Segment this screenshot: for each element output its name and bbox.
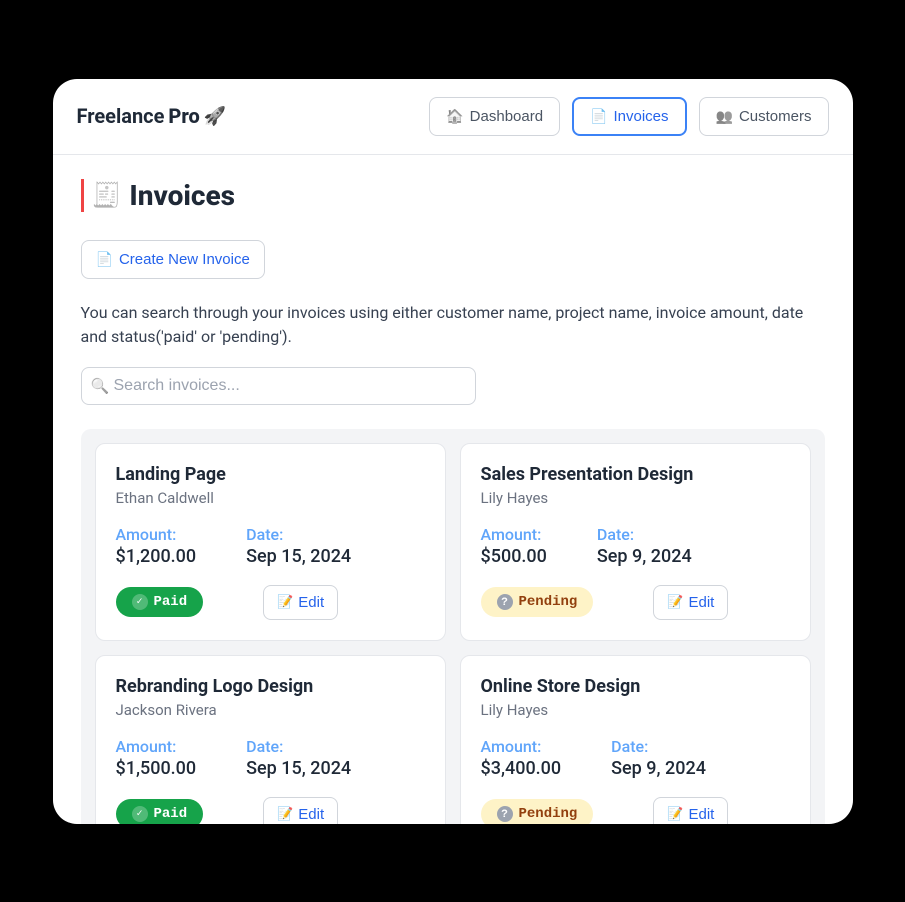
invoice-card: Rebranding Logo Design Jackson Rivera Amou… <box>95 655 446 824</box>
document-plus-icon: 📄 <box>96 251 113 268</box>
invoice-customer: Lily Hayes <box>481 489 790 507</box>
status-text: Paid <box>154 806 188 822</box>
date-label: Date: <box>597 525 692 544</box>
app-window: FreelancePro 🚀 🏠 Dashboard 📄 Invoices 👥 … <box>53 79 853 824</box>
check-circle-icon: ✓ <box>132 594 148 610</box>
status-badge: ? Pending <box>481 587 594 617</box>
search-icon: 🔍 <box>91 377 110 395</box>
nav-invoices-label: Invoices <box>614 108 669 125</box>
edit-button[interactable]: 📝 Edit <box>653 585 728 620</box>
invoice-project: Landing Page <box>116 464 425 485</box>
nav-customers[interactable]: 👥 Customers <box>699 97 829 136</box>
amount-value: $1,500.00 <box>116 758 197 779</box>
invoice-customer: Jackson Rivera <box>116 701 425 719</box>
edit-button[interactable]: 📝 Edit <box>653 797 728 824</box>
brand-name-b: Pro <box>168 104 199 128</box>
invoice-project: Sales Presentation Design <box>481 464 790 485</box>
amount-label: Amount: <box>481 737 562 756</box>
date-value: Sep 9, 2024 <box>611 758 706 779</box>
search-input[interactable] <box>81 367 476 405</box>
date-value: Sep 15, 2024 <box>246 758 351 779</box>
people-icon: 👥 <box>716 108 733 125</box>
invoice-card: Sales Presentation Design Lily Hayes Amoun… <box>460 443 811 641</box>
amount-field: Amount: $1,500.00 <box>116 737 197 779</box>
create-invoice-button[interactable]: 📄 Create New Invoice <box>81 240 265 279</box>
top-nav: 🏠 Dashboard 📄 Invoices 👥 Customers <box>429 97 828 136</box>
brand-logo: FreelancePro 🚀 <box>77 104 227 128</box>
status-badge: ✓ Paid <box>116 587 204 617</box>
pencil-icon: 📝 <box>667 806 683 822</box>
invoice-meta-row: Amount: $3,400.00 Date: Sep 9, 2024 <box>481 737 790 779</box>
pencil-icon: 📝 <box>277 594 293 610</box>
edit-label: Edit <box>689 806 715 823</box>
invoice-actions: ✓ Paid 📝 Edit <box>116 585 425 620</box>
status-text: Pending <box>519 806 578 822</box>
brand-name-a: Freelance <box>77 104 165 128</box>
receipt-icon: 🧾 <box>92 181 122 209</box>
invoice-meta-row: Amount: $1,200.00 Date: Sep 15, 2024 <box>116 525 425 567</box>
invoice-actions: ✓ Paid 📝 Edit <box>116 797 425 824</box>
amount-label: Amount: <box>116 525 197 544</box>
nav-customers-label: Customers <box>739 108 812 125</box>
date-label: Date: <box>246 525 351 544</box>
search-wrap: 🔍 <box>81 367 476 405</box>
nav-dashboard[interactable]: 🏠 Dashboard <box>429 97 560 136</box>
date-label: Date: <box>611 737 706 756</box>
status-text: Paid <box>154 594 188 610</box>
invoice-card: Landing Page Ethan Caldwell Amount: $1,200.… <box>95 443 446 641</box>
invoice-meta-row: Amount: $1,500.00 Date: Sep 15, 2024 <box>116 737 425 779</box>
amount-field: Amount: $1,200.00 <box>116 525 197 567</box>
invoice-project: Online Store Design <box>481 676 790 697</box>
invoice-meta-row: Amount: $500.00 Date: Sep 9, 2024 <box>481 525 790 567</box>
date-field: Date: Sep 15, 2024 <box>246 737 351 779</box>
question-circle-icon: ? <box>497 806 513 822</box>
invoice-customer: Ethan Caldwell <box>116 489 425 507</box>
status-badge: ✓ Paid <box>116 799 204 824</box>
date-field: Date: Sep 15, 2024 <box>246 525 351 567</box>
amount-value: $500.00 <box>481 546 547 567</box>
invoice-grid: Landing Page Ethan Caldwell Amount: $1,200.… <box>81 429 825 824</box>
status-badge: ? Pending <box>481 799 594 824</box>
nav-dashboard-label: Dashboard <box>470 108 543 125</box>
invoice-actions: ? Pending 📝 Edit <box>481 585 790 620</box>
edit-button[interactable]: 📝 Edit <box>263 585 338 620</box>
page-title: Invoices <box>129 179 235 212</box>
pencil-icon: 📝 <box>667 594 683 610</box>
edit-label: Edit <box>298 594 324 611</box>
invoice-customer: Lily Hayes <box>481 701 790 719</box>
amount-value: $1,200.00 <box>116 546 197 567</box>
home-icon: 🏠 <box>446 108 463 125</box>
invoice-actions: ? Pending 📝 Edit <box>481 797 790 824</box>
edit-label: Edit <box>298 806 324 823</box>
pencil-icon: 📝 <box>277 806 293 822</box>
status-text: Pending <box>519 594 578 610</box>
amount-label: Amount: <box>481 525 547 544</box>
page-title-wrap: 🧾 Invoices <box>81 179 825 212</box>
header: FreelancePro 🚀 🏠 Dashboard 📄 Invoices 👥 … <box>53 79 853 155</box>
amount-field: Amount: $500.00 <box>481 525 547 567</box>
document-icon: 📄 <box>590 108 607 125</box>
invoice-project: Rebranding Logo Design <box>116 676 425 697</box>
create-invoice-label: Create New Invoice <box>119 251 250 268</box>
invoice-card: Online Store Design Lily Hayes Amount: $3,4… <box>460 655 811 824</box>
date-value: Sep 9, 2024 <box>597 546 692 567</box>
help-text: You can search through your invoices usi… <box>81 301 825 349</box>
amount-label: Amount: <box>116 737 197 756</box>
date-label: Date: <box>246 737 351 756</box>
date-value: Sep 15, 2024 <box>246 546 351 567</box>
amount-value: $3,400.00 <box>481 758 562 779</box>
date-field: Date: Sep 9, 2024 <box>611 737 706 779</box>
check-circle-icon: ✓ <box>132 806 148 822</box>
amount-field: Amount: $3,400.00 <box>481 737 562 779</box>
date-field: Date: Sep 9, 2024 <box>597 525 692 567</box>
rocket-icon: 🚀 <box>204 106 226 127</box>
edit-button[interactable]: 📝 Edit <box>263 797 338 824</box>
main-content: 🧾 Invoices 📄 Create New Invoice You can … <box>53 155 853 824</box>
nav-invoices[interactable]: 📄 Invoices <box>572 97 686 136</box>
edit-label: Edit <box>689 594 715 611</box>
question-circle-icon: ? <box>497 594 513 610</box>
